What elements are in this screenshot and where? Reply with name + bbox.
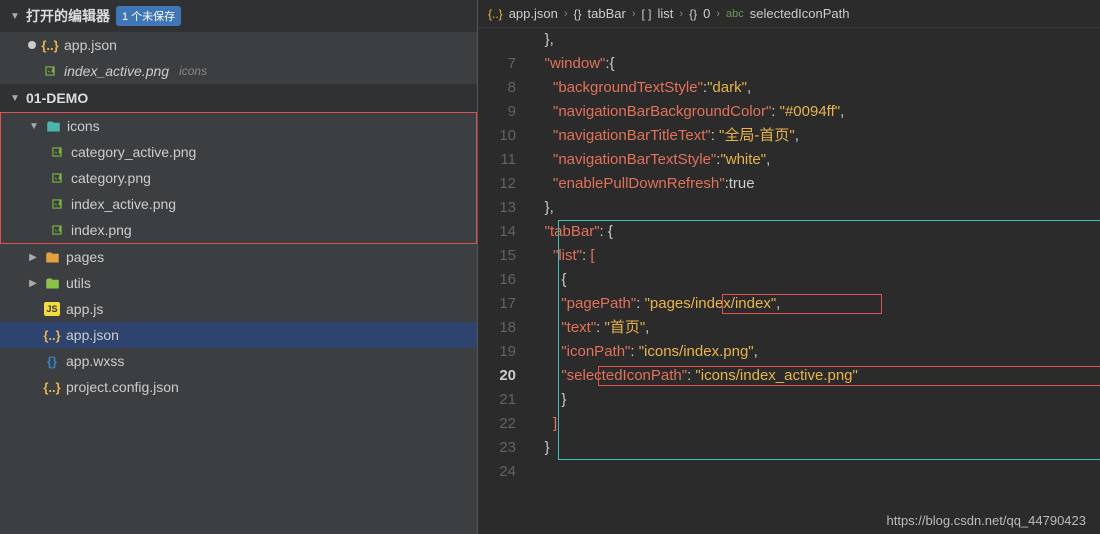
code-text: true: [729, 175, 755, 192]
breadcrumb-segment: tabBar: [588, 6, 626, 21]
code-text: "navigationBarTextStyle": [553, 151, 716, 168]
file-name: category_active.png: [71, 144, 196, 160]
code-text: "全局-首页": [719, 127, 795, 144]
folder-name: pages: [66, 249, 104, 265]
json-icon: {..}: [488, 7, 503, 21]
tree-folder-icons[interactable]: ▼ icons: [1, 113, 476, 139]
chevron-right-icon: ▶: [28, 252, 38, 263]
code-text: "pagePath": [561, 295, 636, 312]
file-name: index.png: [71, 222, 132, 238]
image-icon: [42, 63, 58, 79]
breadcrumb-file: app.json: [509, 6, 558, 21]
code-text: "dark": [707, 79, 747, 96]
breadcrumb-segment: list: [658, 6, 674, 21]
folder-icon: [44, 275, 60, 291]
code-text: "list": [553, 247, 582, 264]
code-text: "tabBar": [545, 223, 600, 240]
tree-file[interactable]: {..} project.config.json: [0, 374, 477, 400]
breadcrumb-segment: selectedIconPath: [750, 6, 850, 21]
code-text: "navigationBarBackgroundColor": [553, 103, 771, 120]
file-name: app.js: [66, 301, 103, 317]
tree-file[interactable]: category_active.png: [1, 139, 476, 165]
image-icon: [49, 222, 65, 238]
unsaved-badge: 1 个未保存: [116, 6, 181, 26]
open-editor-item[interactable]: index_active.png icons: [0, 58, 477, 84]
code-text: "window": [545, 55, 606, 72]
open-editors-list: {..} app.json index_active.png icons: [0, 32, 477, 84]
code-area[interactable]: 78910 11121314 15161718 19202122 2324 },…: [478, 28, 1100, 534]
code-text: "selectedIconPath": [561, 367, 687, 384]
code-text: "首页": [605, 319, 646, 336]
wxss-icon: {}: [44, 353, 60, 369]
json-icon: {..}: [44, 327, 60, 343]
code-text: "navigationBarTitleText": [553, 127, 711, 144]
tree-file-active[interactable]: {..} app.json: [0, 322, 477, 348]
sidebar: ▼ 打开的编辑器 1 个未保存 {..} app.json index_acti…: [0, 0, 478, 534]
tree-folder-utils[interactable]: ▶ utils: [0, 270, 477, 296]
file-name: index_active.png: [64, 63, 169, 79]
json-icon: {..}: [44, 379, 60, 395]
image-icon: [49, 196, 65, 212]
open-editors-header[interactable]: ▼ 打开的编辑器 1 个未保存: [0, 0, 477, 32]
file-name: app.json: [64, 37, 117, 53]
code-text: "text": [561, 319, 596, 336]
file-hint: icons: [179, 64, 207, 78]
chevron-right-icon: ›: [564, 8, 568, 20]
project-header[interactable]: ▼ 01-DEMO: [0, 84, 477, 112]
file-name: app.json: [66, 327, 119, 343]
folder-icon: [44, 249, 60, 265]
js-icon: JS: [44, 302, 60, 316]
code-text: "pages/index/index": [645, 295, 777, 312]
tree-file[interactable]: {} app.wxss: [0, 348, 477, 374]
string-icon: abc: [726, 8, 744, 20]
object-icon: {}: [689, 7, 697, 21]
image-icon: [49, 170, 65, 186]
code-text: "backgroundTextStyle": [553, 79, 703, 96]
file-name: index_active.png: [71, 196, 176, 212]
chevron-right-icon: ›: [632, 8, 636, 20]
editor: {..} app.json › {} tabBar › [ ] list › {…: [478, 0, 1100, 534]
code-text: "#0094ff": [780, 103, 840, 120]
folder-name: icons: [67, 118, 100, 134]
chevron-right-icon: ›: [716, 8, 720, 20]
code-text: "icons/index.png": [639, 343, 754, 360]
image-icon: [49, 144, 65, 160]
chevron-right-icon: ›: [679, 8, 683, 20]
array-icon: [ ]: [642, 7, 652, 21]
open-editor-item[interactable]: {..} app.json: [0, 32, 477, 58]
open-editors-label: 打开的编辑器: [26, 6, 110, 26]
json-icon: {..}: [42, 37, 58, 53]
breadcrumb-segment: 0: [703, 6, 710, 21]
modified-dot-icon: [28, 41, 36, 49]
watermark: https://blog.csdn.net/qq_44790423: [887, 513, 1087, 528]
code-text: "iconPath": [561, 343, 630, 360]
file-tree: ▼ icons category_active.png category.png…: [0, 112, 477, 400]
tree-folder-pages[interactable]: ▶ pages: [0, 244, 477, 270]
code-text: "white": [720, 151, 766, 168]
chevron-down-icon: ▼: [29, 121, 39, 132]
file-name: category.png: [71, 170, 151, 186]
object-icon: {}: [574, 7, 582, 21]
code-text: },: [528, 31, 554, 48]
file-name: app.wxss: [66, 353, 124, 369]
folder-name: utils: [66, 275, 91, 291]
folder-icon: [45, 118, 61, 134]
code-lines: }, "window":{ "backgroundTextStyle":"dar…: [528, 28, 1100, 534]
highlight-box-icons: ▼ icons category_active.png category.png…: [0, 112, 477, 244]
code-text: "enablePullDownRefresh": [553, 175, 725, 192]
chevron-right-icon: ▶: [28, 278, 38, 289]
chevron-down-icon: ▼: [10, 93, 20, 104]
tree-file[interactable]: category.png: [1, 165, 476, 191]
tree-file[interactable]: JS app.js: [0, 296, 477, 322]
breadcrumb[interactable]: {..} app.json › {} tabBar › [ ] list › {…: [478, 0, 1100, 28]
tree-file[interactable]: index_active.png: [1, 191, 476, 217]
chevron-down-icon: ▼: [10, 11, 20, 22]
code-text: "icons/index_active.png": [695, 367, 857, 384]
project-name: 01-DEMO: [26, 90, 88, 106]
gutter: 78910 11121314 15161718 19202122 2324: [478, 28, 528, 534]
tree-file[interactable]: index.png: [1, 217, 476, 243]
file-name: project.config.json: [66, 379, 179, 395]
